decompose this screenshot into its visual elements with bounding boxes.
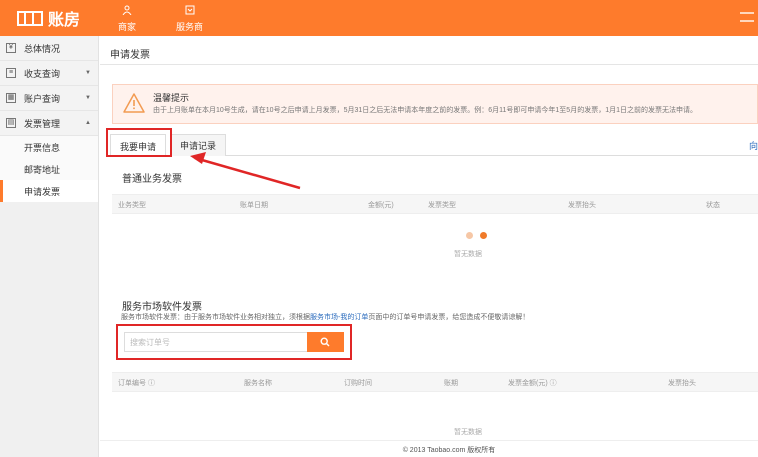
section-title-market: 服务市场软件发票 xyxy=(122,302,202,313)
footer: © 2013 Taobao.com 版权所有 xyxy=(100,440,758,457)
user-icon xyxy=(122,5,132,19)
column-header: 业务类型 xyxy=(118,202,146,209)
column-header: 订购时间 xyxy=(344,380,372,387)
column-header: 状态 xyxy=(706,202,720,209)
market-description: 服务市场软件发票：由于服务市场软件业务相对独立，须根据服务市场-我的订单页面中的… xyxy=(121,312,529,322)
sidebar-subitem-apply-invoice[interactable]: 申请发票 xyxy=(0,180,98,202)
desc-prefix: 服务市场软件发票：由于服务市场软件业务相对独立，须根据 xyxy=(121,314,310,321)
main-content: 申请发票 温馨提示 由于上月账单在本月10号生成，请在10号之后申请上月发票，5… xyxy=(100,36,758,457)
column-header: 发票抬头 xyxy=(668,380,696,387)
menu-icon[interactable] xyxy=(740,12,754,22)
column-header: 账期 xyxy=(444,380,458,387)
invoice-icon: ▤ xyxy=(6,118,16,128)
loading-dot xyxy=(480,232,487,239)
service-provider-icon xyxy=(185,5,195,19)
sidebar-subitem-mailing-address[interactable]: 邮寄地址 xyxy=(0,158,98,180)
column-header: 服务名称 xyxy=(244,380,272,387)
empty-state: 暂无数据 xyxy=(454,251,482,258)
sidebar-item-label: 总体情况 xyxy=(24,43,61,54)
sidebar-item-label: 收支查询 xyxy=(24,68,61,79)
column-header: 发票抬头 xyxy=(568,202,596,209)
highlight-box-tab xyxy=(106,128,172,157)
nav-merchant[interactable]: 商家 xyxy=(118,5,136,33)
empty-state: 暂无数据 xyxy=(454,429,482,436)
section-title-normal: 普通业务发票 xyxy=(122,174,182,185)
tab-bar: 我要申请 申请记录 向 xyxy=(110,134,758,157)
sidebar-item-ledger[interactable]: ≡ 收支查询 ▼ xyxy=(0,61,98,86)
sidebar-subitem-invoice-info[interactable]: 开票信息 xyxy=(0,136,98,158)
divider xyxy=(100,64,758,65)
sidebar-item-label: 发票管理 xyxy=(24,118,61,129)
column-header: 账单日期 xyxy=(240,202,268,209)
logo-icon xyxy=(17,10,43,26)
column-header: 金额(元) xyxy=(368,202,394,209)
chevron-down-icon: ▼ xyxy=(85,70,91,76)
table-header-normal: 业务类型 账单日期 金额(元) 发票类型 发票抬头 状态 xyxy=(112,194,758,214)
column-header: 发票类型 xyxy=(428,202,456,209)
column-header: 订单编号 ⓘ xyxy=(118,380,155,387)
tip-title: 温馨提示 xyxy=(153,93,190,103)
chevron-down-icon: ▼ xyxy=(85,95,91,101)
sidebar-item-invoice[interactable]: ▤ 发票管理 ▲ xyxy=(0,111,98,136)
tip-text: 由于上月账单在本月10号生成，请在10号之后申请上月发票，5月31日之后无法申请… xyxy=(153,107,697,114)
tab-records[interactable]: 申请记录 xyxy=(170,134,227,156)
page-title: 申请发票 xyxy=(110,50,150,61)
warning-icon xyxy=(123,93,145,113)
loading-dot xyxy=(466,232,473,239)
sidebar-item-overview[interactable]: ¥ 总体情况 xyxy=(0,36,98,61)
column-header: 发票金额(元) ⓘ xyxy=(508,380,557,387)
ledger-icon: ≡ xyxy=(6,68,16,78)
nav-service-provider[interactable]: 服务商 xyxy=(176,5,203,33)
desc-suffix: 页面中的订单号申请发票，给您造成不便敬请谅解！ xyxy=(368,314,530,321)
sidebar-item-account[interactable]: ▦ 账户查询 ▼ xyxy=(0,86,98,111)
table-header-market: 订单编号 ⓘ 服务名称 订购时间 账期 发票金额(元) ⓘ 发票抬头 xyxy=(112,372,758,392)
tip-banner: 温馨提示 由于上月账单在本月10号生成，请在10号之后申请上月发票，5月31日之… xyxy=(112,84,758,124)
highlight-box-search xyxy=(116,324,352,360)
chevron-up-icon: ▲ xyxy=(85,120,91,126)
sidebar-item-label: 账户查询 xyxy=(24,93,61,104)
logo-text: 账房 xyxy=(48,12,81,29)
overview-icon: ¥ xyxy=(6,43,16,53)
top-bar: 账房 商家 服务商 xyxy=(0,0,758,36)
account-icon: ▦ xyxy=(6,93,16,103)
tab-right-link[interactable]: 向 xyxy=(749,139,758,152)
nav-merchant-label: 商家 xyxy=(118,22,137,32)
nav-service-provider-label: 服务商 xyxy=(176,22,204,32)
logo[interactable]: 账房 xyxy=(17,8,81,29)
my-orders-link[interactable]: 服务市场-我的订单 xyxy=(310,314,368,321)
sidebar: ¥ 总体情况 ≡ 收支查询 ▼ ▦ 账户查询 ▼ ▤ 发票管理 ▲ 开票信息 邮… xyxy=(0,36,99,457)
